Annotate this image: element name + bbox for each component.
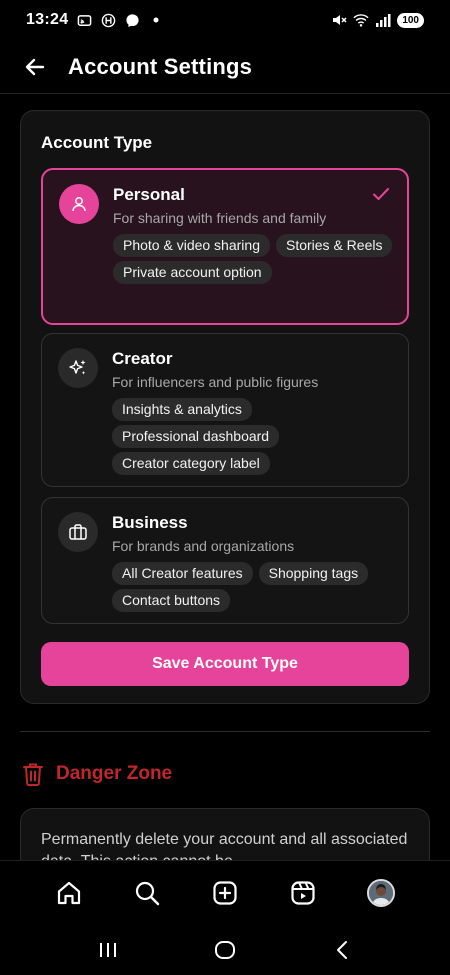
account-option-business[interactable]: Business For brands and organizations Al…: [41, 497, 409, 624]
feature-chip: Contact buttons: [112, 589, 231, 612]
trash-icon: [23, 763, 43, 786]
app-header: Account Settings: [0, 40, 450, 94]
sparkles-icon: [58, 348, 98, 388]
status-right: 100: [331, 12, 424, 28]
dot-icon: [148, 12, 164, 28]
feature-chip: Stories & Reels: [275, 234, 393, 257]
nav-create[interactable]: [207, 875, 243, 911]
page-title: Account Settings: [68, 53, 253, 79]
option-description: For brands and organizations: [112, 538, 295, 554]
home-icon: [57, 881, 81, 904]
nav-search[interactable]: [129, 875, 165, 911]
bottom-navigation: [0, 860, 450, 924]
system-home-button[interactable]: [210, 935, 240, 965]
back-chevron-icon: [336, 940, 347, 959]
account-type-card: Account Type Personal For sharing with f…: [20, 110, 430, 704]
feature-chip: Insights & analytics: [112, 398, 252, 421]
user-icon: [59, 184, 99, 224]
wifi-icon: [353, 12, 369, 28]
feature-chip: Shopping tags: [258, 562, 369, 585]
home-circle-icon: [214, 940, 235, 959]
status-left: 13:24: [26, 11, 164, 29]
recents-button[interactable]: [93, 935, 123, 965]
danger-zone-header: Danger Zone: [22, 762, 172, 786]
system-back-button[interactable]: [327, 935, 357, 965]
messenger-icon: [124, 12, 140, 28]
status-bar: 13:24 100: [0, 0, 450, 40]
cast-icon: [76, 12, 92, 28]
option-title: Personal: [113, 185, 185, 204]
recents-icon: [100, 942, 117, 957]
search-icon: [135, 881, 160, 905]
status-time: 13:24: [26, 11, 69, 28]
feature-chip: Creator category label: [112, 452, 270, 475]
option-description: For sharing with friends and family: [113, 210, 327, 226]
feature-chip: All Creator features: [112, 562, 253, 585]
option-title: Business: [112, 513, 188, 532]
signal-icon: [375, 12, 391, 28]
reels-icon: [291, 880, 315, 905]
nav-profile[interactable]: [363, 875, 399, 911]
feature-chip: Photo & video sharing: [113, 234, 270, 257]
battery-level: 100: [397, 12, 424, 28]
check-icon: [373, 188, 389, 200]
account-type-heading: Account Type: [41, 133, 153, 152]
mute-icon: [331, 12, 347, 28]
briefcase-icon: [58, 512, 98, 552]
arrow-left-icon: [25, 58, 45, 75]
option-description: For influencers and public figures: [112, 374, 319, 390]
account-option-personal[interactable]: Personal For sharing with friends and fa…: [41, 168, 409, 325]
feature-list: Photo & video sharing Stories & Reels Pr…: [113, 234, 398, 284]
create-icon: [213, 880, 237, 905]
back-button[interactable]: [18, 50, 52, 84]
feature-chip: Private account option: [113, 261, 272, 284]
feature-list: Insights & analytics Professional dashbo…: [112, 398, 397, 475]
account-option-creator[interactable]: Creator For influencers and public figur…: [41, 333, 409, 487]
save-account-type-button[interactable]: Save Account Type: [41, 642, 409, 686]
nav-home[interactable]: [51, 875, 87, 911]
danger-zone-title: Danger Zone: [56, 763, 173, 784]
system-navigation: [0, 924, 450, 975]
section-divider: [20, 731, 430, 732]
hinge-icon: [100, 12, 116, 28]
nav-reels[interactable]: [285, 875, 321, 911]
feature-list: All Creator features Shopping tags Conta…: [112, 562, 397, 612]
profile-avatar: [367, 878, 395, 907]
option-title: Creator: [112, 349, 173, 368]
feature-chip: Professional dashboard: [112, 425, 280, 448]
